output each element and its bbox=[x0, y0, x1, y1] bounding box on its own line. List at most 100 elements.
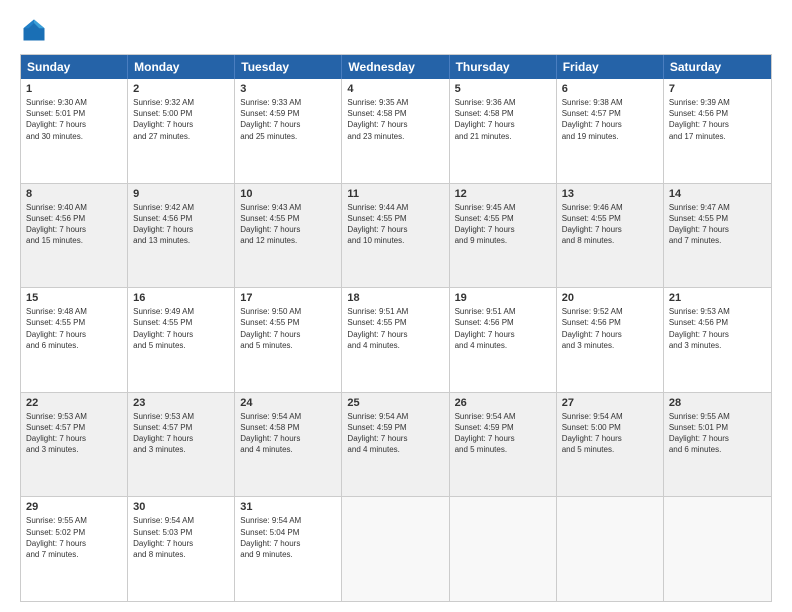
cell-details: Sunrise: 9:51 AM Sunset: 4:55 PM Dayligh… bbox=[347, 306, 443, 351]
calendar-cell: 4 Sunrise: 9:35 AM Sunset: 4:58 PM Daylig… bbox=[342, 79, 449, 183]
day-number: 12 bbox=[455, 188, 551, 200]
calendar-cell: 9 Sunrise: 9:42 AM Sunset: 4:56 PM Daylig… bbox=[128, 184, 235, 288]
calendar-cell: 15Sunrise: 9:48 AM Sunset: 4:55 PM Dayli… bbox=[21, 288, 128, 392]
cell-details: Sunrise: 9:42 AM Sunset: 4:56 PM Dayligh… bbox=[133, 202, 229, 247]
calendar-row-1: 1 Sunrise: 9:30 AM Sunset: 5:01 PM Daylig… bbox=[21, 79, 771, 183]
day-number: 28 bbox=[669, 397, 766, 409]
header-day-wednesday: Wednesday bbox=[342, 55, 449, 79]
day-number: 24 bbox=[240, 397, 336, 409]
day-number: 13 bbox=[562, 188, 658, 200]
cell-details: Sunrise: 9:52 AM Sunset: 4:56 PM Dayligh… bbox=[562, 306, 658, 351]
calendar-cell: 22 Sunrise: 9:53 AM Sunset: 4:57 PM Dayli… bbox=[21, 393, 128, 497]
calendar-cell: 11 Sunrise: 9:44 AM Sunset: 4:55 PM Dayli… bbox=[342, 184, 449, 288]
day-number: 14 bbox=[669, 188, 766, 200]
cell-details: Sunrise: 9:51 AM Sunset: 4:56 PM Dayligh… bbox=[455, 306, 551, 351]
header-day-thursday: Thursday bbox=[450, 55, 557, 79]
calendar-body: 1 Sunrise: 9:30 AM Sunset: 5:01 PM Daylig… bbox=[21, 79, 771, 601]
cell-details: Sunrise: 9:45 AM Sunset: 4:55 PM Dayligh… bbox=[455, 202, 551, 247]
cell-details: Sunrise: 9:32 AM Sunset: 5:00 PM Dayligh… bbox=[133, 97, 229, 142]
calendar-cell: 16Sunrise: 9:49 AM Sunset: 4:55 PM Dayli… bbox=[128, 288, 235, 392]
calendar-cell: 29 Sunrise: 9:55 AM Sunset: 5:02 PM Dayli… bbox=[21, 497, 128, 601]
calendar-cell: 18Sunrise: 9:51 AM Sunset: 4:55 PM Dayli… bbox=[342, 288, 449, 392]
calendar-cell: 19 Sunrise: 9:51 AM Sunset: 4:56 PM Dayli… bbox=[450, 288, 557, 392]
calendar-cell: 7Sunrise: 9:39 AM Sunset: 4:56 PM Daylig… bbox=[664, 79, 771, 183]
calendar-cell bbox=[557, 497, 664, 601]
header-day-sunday: Sunday bbox=[21, 55, 128, 79]
header bbox=[20, 16, 772, 44]
day-number: 11 bbox=[347, 188, 443, 200]
cell-details: Sunrise: 9:40 AM Sunset: 4:56 PM Dayligh… bbox=[26, 202, 122, 247]
calendar-cell bbox=[342, 497, 449, 601]
calendar-cell: 12 Sunrise: 9:45 AM Sunset: 4:55 PM Dayli… bbox=[450, 184, 557, 288]
calendar-cell: 3Sunrise: 9:33 AM Sunset: 4:59 PM Daylig… bbox=[235, 79, 342, 183]
day-number: 10 bbox=[240, 188, 336, 200]
calendar-cell: 14 Sunrise: 9:47 AM Sunset: 4:55 PM Dayli… bbox=[664, 184, 771, 288]
calendar-cell: 25Sunrise: 9:54 AM Sunset: 4:59 PM Dayli… bbox=[342, 393, 449, 497]
cell-details: Sunrise: 9:54 AM Sunset: 4:59 PM Dayligh… bbox=[455, 411, 551, 456]
cell-details: Sunrise: 9:46 AM Sunset: 4:55 PM Dayligh… bbox=[562, 202, 658, 247]
header-day-monday: Monday bbox=[128, 55, 235, 79]
calendar-cell: 20Sunrise: 9:52 AM Sunset: 4:56 PM Dayli… bbox=[557, 288, 664, 392]
day-number: 9 bbox=[133, 188, 229, 200]
cell-details: Sunrise: 9:35 AM Sunset: 4:58 PM Dayligh… bbox=[347, 97, 443, 142]
day-number: 7 bbox=[669, 83, 766, 95]
cell-details: Sunrise: 9:47 AM Sunset: 4:55 PM Dayligh… bbox=[669, 202, 766, 247]
cell-details: Sunrise: 9:55 AM Sunset: 5:01 PM Dayligh… bbox=[669, 411, 766, 456]
day-number: 31 bbox=[240, 501, 336, 513]
cell-details: Sunrise: 9:43 AM Sunset: 4:55 PM Dayligh… bbox=[240, 202, 336, 247]
day-number: 27 bbox=[562, 397, 658, 409]
calendar-cell: 8Sunrise: 9:40 AM Sunset: 4:56 PM Daylig… bbox=[21, 184, 128, 288]
day-number: 2 bbox=[133, 83, 229, 95]
day-number: 3 bbox=[240, 83, 336, 95]
cell-details: Sunrise: 9:36 AM Sunset: 4:58 PM Dayligh… bbox=[455, 97, 551, 142]
calendar-cell: 27Sunrise: 9:54 AM Sunset: 5:00 PM Dayli… bbox=[557, 393, 664, 497]
day-number: 19 bbox=[455, 292, 551, 304]
day-number: 22 bbox=[26, 397, 122, 409]
day-number: 15 bbox=[26, 292, 122, 304]
calendar-cell: 17 Sunrise: 9:50 AM Sunset: 4:55 PM Dayli… bbox=[235, 288, 342, 392]
cell-details: Sunrise: 9:55 AM Sunset: 5:02 PM Dayligh… bbox=[26, 515, 122, 560]
header-day-friday: Friday bbox=[557, 55, 664, 79]
calendar-row-4: 22 Sunrise: 9:53 AM Sunset: 4:57 PM Dayli… bbox=[21, 392, 771, 497]
calendar-cell: 13 Sunrise: 9:46 AM Sunset: 4:55 PM Dayli… bbox=[557, 184, 664, 288]
header-day-tuesday: Tuesday bbox=[235, 55, 342, 79]
calendar-cell: 24 Sunrise: 9:54 AM Sunset: 4:58 PM Dayli… bbox=[235, 393, 342, 497]
day-number: 29 bbox=[26, 501, 122, 513]
cell-details: Sunrise: 9:50 AM Sunset: 4:55 PM Dayligh… bbox=[240, 306, 336, 351]
calendar-cell: 23 Sunrise: 9:53 AM Sunset: 4:57 PM Dayli… bbox=[128, 393, 235, 497]
day-number: 23 bbox=[133, 397, 229, 409]
calendar-cell: 5 Sunrise: 9:36 AM Sunset: 4:58 PM Daylig… bbox=[450, 79, 557, 183]
logo bbox=[20, 16, 52, 44]
cell-details: Sunrise: 9:54 AM Sunset: 4:59 PM Dayligh… bbox=[347, 411, 443, 456]
calendar-cell: 6Sunrise: 9:38 AM Sunset: 4:57 PM Daylig… bbox=[557, 79, 664, 183]
day-number: 21 bbox=[669, 292, 766, 304]
calendar-header: SundayMondayTuesdayWednesdayThursdayFrid… bbox=[21, 55, 771, 79]
day-number: 26 bbox=[455, 397, 551, 409]
calendar: SundayMondayTuesdayWednesdayThursdayFrid… bbox=[20, 54, 772, 602]
cell-details: Sunrise: 9:38 AM Sunset: 4:57 PM Dayligh… bbox=[562, 97, 658, 142]
calendar-cell bbox=[664, 497, 771, 601]
cell-details: Sunrise: 9:54 AM Sunset: 5:04 PM Dayligh… bbox=[240, 515, 336, 560]
logo-icon bbox=[20, 16, 48, 44]
day-number: 17 bbox=[240, 292, 336, 304]
calendar-cell: 1 Sunrise: 9:30 AM Sunset: 5:01 PM Daylig… bbox=[21, 79, 128, 183]
cell-details: Sunrise: 9:53 AM Sunset: 4:56 PM Dayligh… bbox=[669, 306, 766, 351]
cell-details: Sunrise: 9:44 AM Sunset: 4:55 PM Dayligh… bbox=[347, 202, 443, 247]
calendar-row-2: 8Sunrise: 9:40 AM Sunset: 4:56 PM Daylig… bbox=[21, 183, 771, 288]
calendar-cell: 31 Sunrise: 9:54 AM Sunset: 5:04 PM Dayli… bbox=[235, 497, 342, 601]
cell-details: Sunrise: 9:54 AM Sunset: 5:03 PM Dayligh… bbox=[133, 515, 229, 560]
day-number: 1 bbox=[26, 83, 122, 95]
cell-details: Sunrise: 9:30 AM Sunset: 5:01 PM Dayligh… bbox=[26, 97, 122, 142]
calendar-cell: 30Sunrise: 9:54 AM Sunset: 5:03 PM Dayli… bbox=[128, 497, 235, 601]
header-day-saturday: Saturday bbox=[664, 55, 771, 79]
calendar-cell bbox=[450, 497, 557, 601]
calendar-row-3: 15Sunrise: 9:48 AM Sunset: 4:55 PM Dayli… bbox=[21, 287, 771, 392]
calendar-cell: 26 Sunrise: 9:54 AM Sunset: 4:59 PM Dayli… bbox=[450, 393, 557, 497]
calendar-cell: 10 Sunrise: 9:43 AM Sunset: 4:55 PM Dayli… bbox=[235, 184, 342, 288]
day-number: 4 bbox=[347, 83, 443, 95]
page: SundayMondayTuesdayWednesdayThursdayFrid… bbox=[0, 0, 792, 612]
cell-details: Sunrise: 9:54 AM Sunset: 4:58 PM Dayligh… bbox=[240, 411, 336, 456]
cell-details: Sunrise: 9:53 AM Sunset: 4:57 PM Dayligh… bbox=[133, 411, 229, 456]
day-number: 5 bbox=[455, 83, 551, 95]
cell-details: Sunrise: 9:53 AM Sunset: 4:57 PM Dayligh… bbox=[26, 411, 122, 456]
